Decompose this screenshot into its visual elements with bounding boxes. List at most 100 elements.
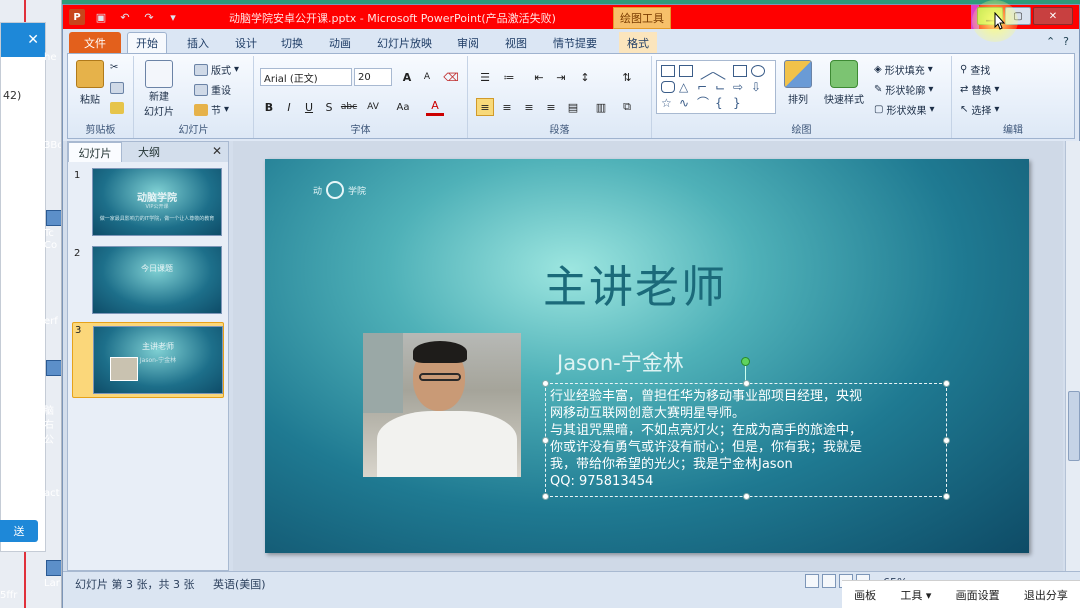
- bio-textbox[interactable]: 行业经验丰富，曾担任华为移动事业部项目经理，央视 网移动互联网创意大赛明星导师。…: [542, 380, 950, 500]
- shape-oval-icon[interactable]: [751, 65, 765, 77]
- tab-insert[interactable]: 插入: [179, 32, 217, 53]
- decrease-indent-icon[interactable]: ⇤: [530, 68, 548, 86]
- teacher-photo[interactable]: [363, 333, 521, 477]
- shape-textbox-icon[interactable]: [661, 65, 675, 77]
- change-case-button[interactable]: Aa: [394, 98, 412, 116]
- shape-outline-button[interactable]: ✎ 形状轮廓 ▾: [874, 82, 933, 97]
- exit-share-button[interactable]: 退出分享: [1024, 587, 1068, 603]
- shortcut-icon[interactable]: [46, 560, 61, 576]
- resize-handle[interactable]: [542, 380, 549, 387]
- shape-vtextbox-icon[interactable]: [679, 65, 693, 77]
- paste-button[interactable]: 粘贴: [76, 60, 104, 106]
- slide-canvas[interactable]: 动 学院 主讲老师 Jason-宁金林 行业经验丰富，曾担任华为移动事业部项目经…: [265, 159, 1029, 553]
- slide-thumbnail-row[interactable]: 1 动脑学院 VIP公开课 做一家最具影响力的IT学院，做一个让人尊敬的教育: [72, 168, 224, 240]
- select-button[interactable]: ↖ 选择 ▾: [960, 102, 999, 117]
- line-spacing-icon[interactable]: ↕: [576, 68, 594, 86]
- tools-button[interactable]: 工具 ▾: [900, 587, 931, 603]
- shape-rounded-rect-icon[interactable]: [661, 81, 675, 93]
- format-painter-button[interactable]: [110, 102, 124, 114]
- shape-brace-icon[interactable]: {: [715, 97, 729, 109]
- redo-icon[interactable]: ↷: [141, 10, 157, 24]
- section-button[interactable]: 节 ▾: [194, 102, 229, 117]
- italic-button[interactable]: I: [280, 98, 298, 116]
- tab-format[interactable]: 格式: [619, 32, 657, 53]
- slide-thumbnail[interactable]: 今日课题: [92, 246, 222, 314]
- resize-handle[interactable]: [943, 380, 950, 387]
- shape-brace-right-icon[interactable]: }: [733, 97, 747, 109]
- vertical-scrollbar[interactable]: [1065, 141, 1080, 571]
- shape-line-icon[interactable]: [694, 62, 714, 80]
- close-icon[interactable]: ✕: [27, 32, 39, 48]
- clear-format-icon[interactable]: ⌫: [442, 68, 460, 86]
- close-window-button[interactable]: ✕: [1033, 7, 1073, 25]
- shapes-gallery[interactable]: △ ⌐ ⌙ ⇨ ⇩ ☆ ∿ ⌒ { }: [656, 60, 776, 114]
- shape-elbow-icon[interactable]: ⌐: [697, 81, 711, 93]
- shrink-font-button[interactable]: A: [418, 68, 436, 86]
- align-center-icon[interactable]: ≡: [498, 98, 516, 116]
- copy-button[interactable]: [110, 82, 124, 94]
- columns-icon[interactable]: ▥: [592, 98, 610, 116]
- shadow-button[interactable]: S: [320, 98, 338, 116]
- slide-thumbnail[interactable]: 主讲老师 Jason-宁金林: [93, 326, 223, 394]
- tab-slideshow[interactable]: 幻灯片放映: [369, 32, 440, 53]
- slide-thumbnail-row-selected[interactable]: 3 主讲老师 Jason-宁金林: [72, 322, 224, 398]
- shape-effects-button[interactable]: ▢ 形状效果 ▾: [874, 102, 934, 117]
- slide-thumbnail[interactable]: 动脑学院 VIP公开课 做一家最具影响力的IT学院，做一个让人尊敬的教育: [92, 168, 222, 236]
- smartart-icon[interactable]: ⧉: [618, 98, 636, 116]
- language-status[interactable]: 英语(美国): [213, 576, 266, 592]
- tab-animations[interactable]: 动画: [321, 32, 359, 53]
- resize-handle[interactable]: [943, 493, 950, 500]
- shape-down-arrow-icon[interactable]: ⇩: [751, 81, 765, 93]
- whiteboard-button[interactable]: 画板: [854, 587, 876, 603]
- close-pane-icon[interactable]: ✕: [212, 144, 222, 158]
- customize-qat-icon[interactable]: ▾: [165, 10, 181, 24]
- font-color-button[interactable]: A: [426, 98, 444, 116]
- send-button[interactable]: 送: [0, 520, 38, 542]
- increase-indent-icon[interactable]: ⇥: [552, 68, 570, 86]
- new-slide-button[interactable]: 新建 幻灯片: [144, 60, 174, 118]
- help-icon[interactable]: ?: [1063, 35, 1069, 48]
- strikethrough-button[interactable]: abc: [340, 98, 358, 116]
- distribute-icon[interactable]: ▤: [564, 98, 582, 116]
- shape-star-icon[interactable]: ☆: [661, 97, 675, 109]
- tab-slides[interactable]: 幻灯片: [68, 142, 122, 162]
- scrollbar-thumb[interactable]: [1068, 391, 1080, 461]
- resize-handle[interactable]: [943, 437, 950, 444]
- text-direction-icon[interactable]: ⇅: [618, 68, 636, 86]
- screen-settings-button[interactable]: 画面设置: [956, 587, 1000, 603]
- resize-handle[interactable]: [542, 493, 549, 500]
- tab-transitions[interactable]: 切换: [273, 32, 311, 53]
- bold-button[interactable]: B: [260, 98, 278, 116]
- shape-freeform-icon[interactable]: ∿: [679, 97, 693, 109]
- tab-design[interactable]: 设计: [227, 32, 265, 53]
- char-spacing-button[interactable]: AV: [364, 98, 382, 116]
- save-icon[interactable]: ▣: [93, 10, 109, 24]
- font-size-combo[interactable]: 20: [354, 68, 392, 86]
- tab-home[interactable]: 开始: [127, 32, 167, 53]
- tab-review[interactable]: 审阅: [449, 32, 487, 53]
- tab-storyboard[interactable]: 情节提要: [545, 32, 605, 53]
- rotation-handle[interactable]: [741, 357, 750, 366]
- reset-button[interactable]: 重设: [194, 82, 231, 97]
- find-button[interactable]: ⚲ 查找: [960, 62, 990, 77]
- bio-text[interactable]: 行业经验丰富，曾担任华为移动事业部项目经理，央视 网移动互联网创意大赛明星导师。…: [550, 388, 942, 490]
- arrange-button[interactable]: 排列: [784, 60, 812, 106]
- numbering-icon[interactable]: ≔: [500, 68, 518, 86]
- slide-thumbnail-row[interactable]: 2 今日课题: [72, 246, 224, 318]
- font-name-combo[interactable]: Arial (正文): [260, 68, 352, 86]
- tab-file[interactable]: 文件: [69, 32, 121, 53]
- justify-icon[interactable]: ≡: [542, 98, 560, 116]
- resize-handle[interactable]: [542, 437, 549, 444]
- align-left-icon[interactable]: ≡: [476, 98, 494, 116]
- slide-heading[interactable]: 主讲老师: [543, 251, 727, 315]
- normal-view-icon[interactable]: [805, 574, 819, 588]
- bullets-icon[interactable]: ☰: [476, 68, 494, 86]
- underline-button[interactable]: U: [300, 98, 318, 116]
- tab-view[interactable]: 视图: [497, 32, 535, 53]
- tab-outline[interactable]: 大纲: [122, 142, 176, 162]
- shape-curve-icon[interactable]: ⌒: [697, 97, 711, 109]
- shape-elbow2-icon[interactable]: ⌙: [715, 81, 729, 93]
- replace-button[interactable]: ⇄ 替换 ▾: [960, 82, 999, 97]
- quick-styles-button[interactable]: 快速样式: [824, 60, 864, 106]
- desktop-app-icon[interactable]: [46, 210, 61, 226]
